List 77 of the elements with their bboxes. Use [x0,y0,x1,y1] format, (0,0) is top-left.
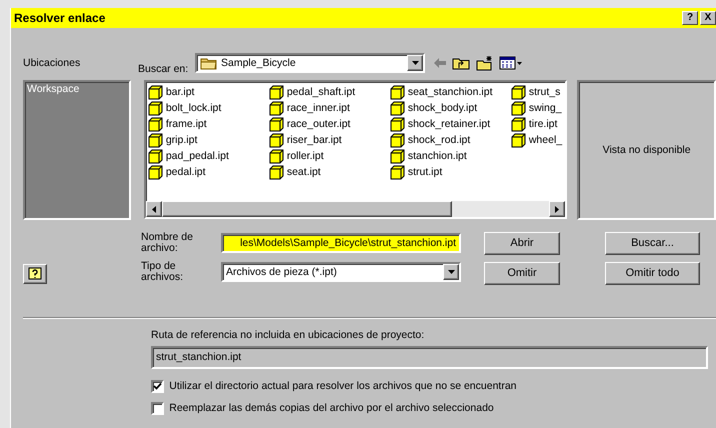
horizontal-scrollbar[interactable] [146,201,566,217]
file-item[interactable]: tire.ipt [528,118,558,130]
part-icon [268,100,284,116]
part-icon [510,84,526,100]
file-item[interactable]: strut_s [528,86,560,98]
file-item[interactable]: roller.ipt [286,150,324,162]
file-item[interactable]: seat.ipt [286,166,321,178]
file-item[interactable]: pedal.ipt [166,166,206,178]
file-item[interactable]: shock_body.ipt [408,102,478,114]
part-icon [148,148,163,164]
file-type-dropdown[interactable]: Archivos de pieza (*.ipt) [221,262,461,282]
file-item[interactable]: seat_stanchion.ipt [408,86,492,98]
reference-path-label: Ruta de referencia no incluida en ubicaciones de proyecto: [151,329,426,342]
part-icon [148,100,163,116]
part-icon [148,84,163,100]
option-label: Reemplazar las demás copias del archivo por el archivo seleccionado [169,402,494,414]
part-icon [268,148,284,164]
dialog-button[interactable]: Omitir todo [605,262,700,285]
part-icon [268,84,284,100]
folder-icon [200,56,218,70]
look-in-value: Sample_Bicycle [221,56,296,70]
part-icon [390,84,405,100]
file-type-label: Tipo de archivos: [141,261,184,284]
file-item[interactable]: race_inner.ipt [286,102,350,114]
view-menu-icon[interactable] [498,56,523,70]
file-item[interactable]: stanchion.ipt [408,150,467,162]
part-icon [390,148,405,164]
part-icon [148,164,163,180]
file-item[interactable]: race_outer.ipt [286,118,350,130]
file-item[interactable]: strut.ipt [408,166,442,178]
folder-up-icon[interactable] [452,56,470,70]
file-item[interactable]: shock_retainer.ipt [408,118,490,130]
file-item[interactable]: bar.ipt [166,86,194,98]
file-item[interactable]: riser_bar.ipt [286,134,342,146]
dialog-button[interactable]: Abrir [484,232,560,255]
part-icon [390,116,405,132]
dialog-button[interactable]: Omitir [484,262,560,285]
part-icon [268,132,284,148]
part-icon [510,132,526,148]
file-item[interactable]: pad_pedal.ipt [166,150,229,162]
part-icon [390,164,405,180]
locations-label: Ubicaciones [23,57,82,72]
scroll-left-button[interactable] [146,201,162,217]
part-icon [390,132,405,148]
part-icon [510,116,526,132]
checkbox[interactable] [151,402,164,415]
option-label: Utilizar el directorio actual para resolver los archivos que no se encuentran [169,380,517,392]
part-icon [268,116,284,132]
part-icon [510,100,526,116]
file-name-label: Nombre de archivo: [141,232,194,254]
file-item[interactable]: swing_ [528,102,562,114]
file-name-field[interactable]: les\Models\Sample_Bicycle\strut_stanchion.ipt [221,233,461,254]
new-folder-icon[interactable] [476,55,494,71]
dialog-button[interactable]: Buscar... [605,232,700,255]
part-icon [148,116,163,132]
file-item[interactable]: shock_rod.ipt [408,134,470,146]
preview-message: Vista no disponible [602,144,691,156]
help-icon[interactable] [23,264,47,284]
window-title: Resolver enlace [14,10,106,26]
location-item[interactable]: Workspace [25,82,82,97]
part-icon [268,164,284,180]
part-icon [148,132,163,148]
reference-path-field: strut_stanchion.ipt [151,346,708,369]
right-arrow-icon [555,206,560,212]
file-item[interactable]: pedal_shaft.ipt [286,86,356,98]
look-in-dropdown[interactable]: Sample_Bicycle [195,53,425,73]
file-item[interactable]: bolt_lock.ipt [166,102,222,114]
help-button[interactable]: ? [682,11,698,25]
part-icon [390,100,405,116]
scroll-right-button[interactable] [549,201,566,217]
checkbox[interactable] [151,380,164,393]
file-item[interactable]: frame.ipt [166,118,207,130]
file-item[interactable]: wheel_ [528,134,562,146]
left-arrow-icon [152,206,156,212]
close-button[interactable]: X [700,11,716,25]
look-in-label: Buscar en: [138,64,190,75]
file-item[interactable]: grip.ipt [166,134,198,146]
